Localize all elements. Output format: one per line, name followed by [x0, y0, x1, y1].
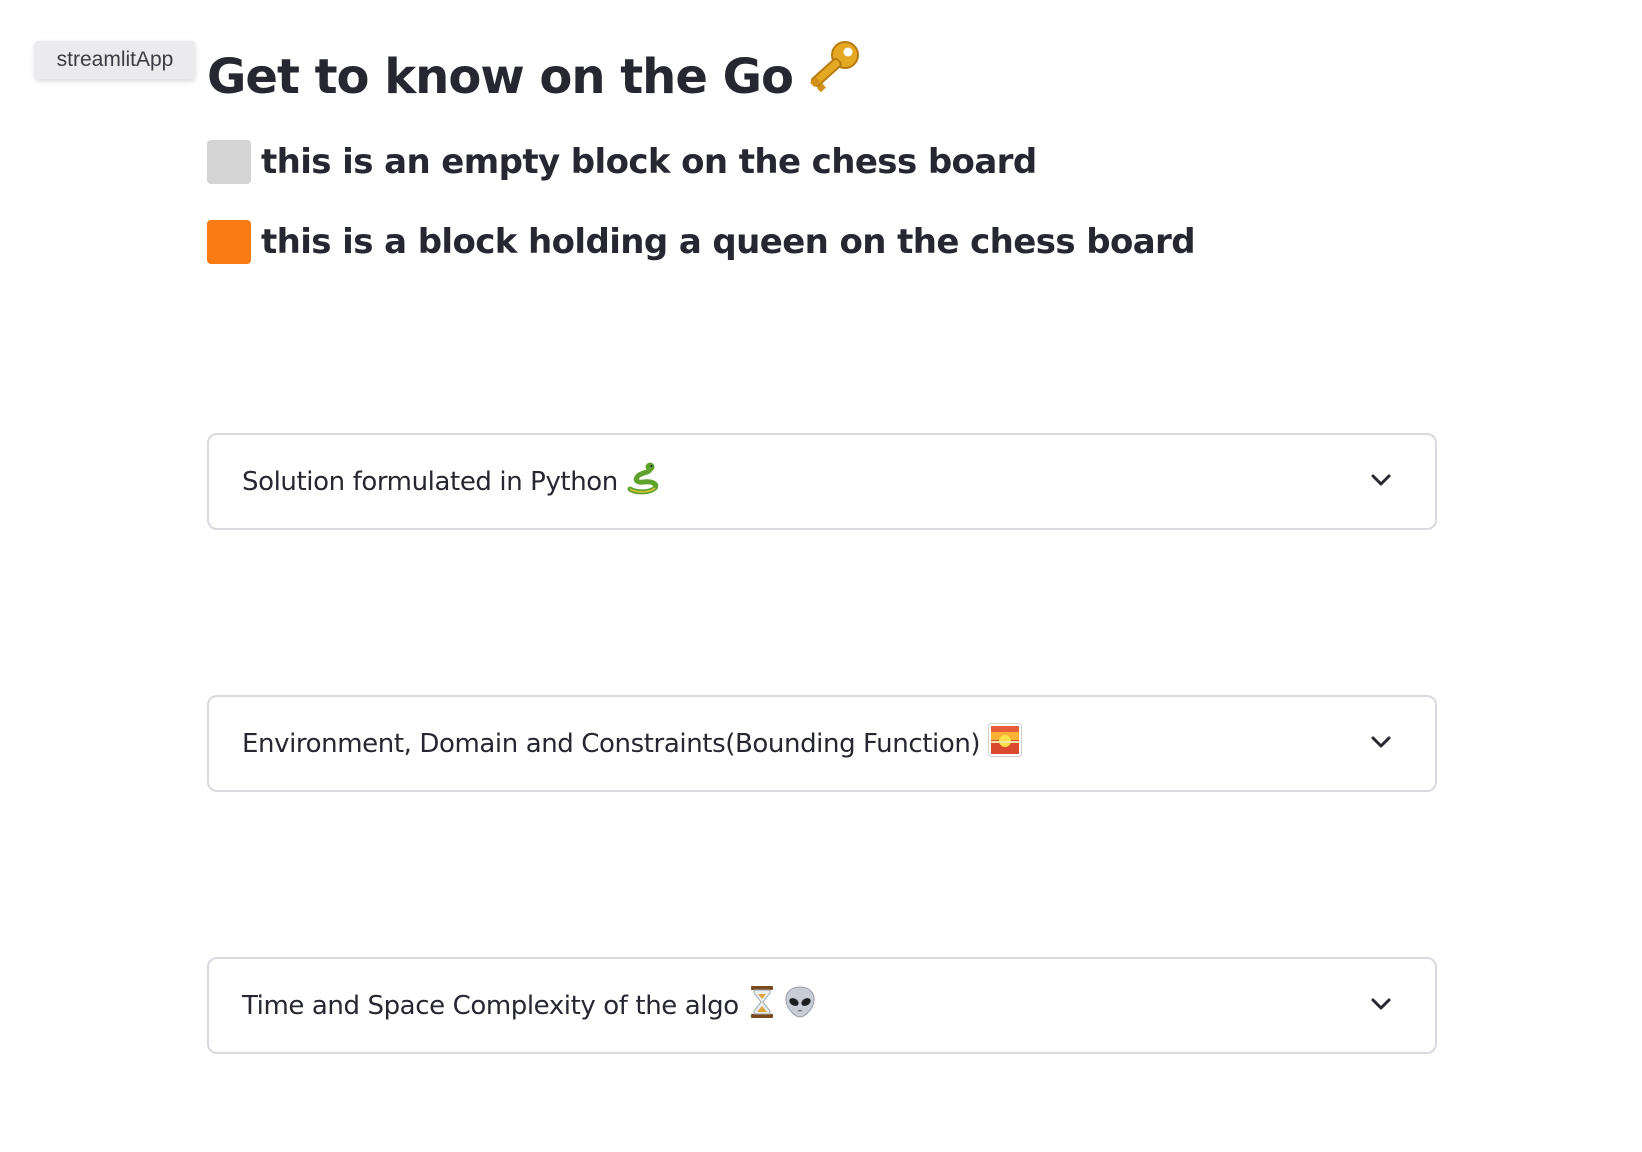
page-title: Get to know on the Go: [207, 38, 863, 116]
expander-python-solution[interactable]: Solution formulated in Python: [207, 433, 1437, 530]
app-name-badge[interactable]: streamlitApp: [35, 41, 195, 79]
legend-empty-text: this is an empty block on the chess boar…: [261, 142, 1037, 182]
legend-queen-block: this is a block holding a queen on the c…: [207, 217, 1196, 267]
empty-block-swatch: [207, 140, 251, 184]
hourglass-icon: [747, 985, 777, 1026]
queen-block-swatch: [207, 220, 251, 264]
expander-environment-domain-text: Environment, Domain and Constraints(Boun…: [242, 728, 981, 759]
page-title-text: Get to know on the Go: [207, 49, 794, 105]
alien-icon: [783, 985, 817, 1026]
chevron-down-icon[interactable]: [1369, 730, 1393, 754]
legend-empty-block: this is an empty block on the chess boar…: [207, 137, 1037, 187]
chevron-down-icon[interactable]: [1369, 468, 1393, 492]
app-name-label: streamlitApp: [56, 48, 174, 71]
key-icon: [805, 38, 863, 116]
expander-python-solution-label: Solution formulated in Python: [242, 461, 660, 502]
expander-time-space-complexity-label: Time and Space Complexity of the algo: [242, 985, 817, 1026]
legend-queen-text: this is a block holding a queen on the c…: [261, 222, 1196, 262]
snake-icon: [626, 461, 660, 502]
chevron-down-icon[interactable]: [1369, 992, 1393, 1016]
sunrise-icon: [988, 723, 1023, 764]
expander-environment-domain-label: Environment, Domain and Constraints(Boun…: [242, 723, 1023, 764]
expander-python-solution-text: Solution formulated in Python: [242, 466, 618, 497]
expander-environment-domain[interactable]: Environment, Domain and Constraints(Boun…: [207, 695, 1437, 792]
expander-time-space-complexity[interactable]: Time and Space Complexity of the algo: [207, 957, 1437, 1054]
streamlit-page: streamlitApp Get to know on the Go this …: [0, 0, 1642, 1152]
expander-time-space-complexity-text: Time and Space Complexity of the algo: [242, 990, 739, 1021]
